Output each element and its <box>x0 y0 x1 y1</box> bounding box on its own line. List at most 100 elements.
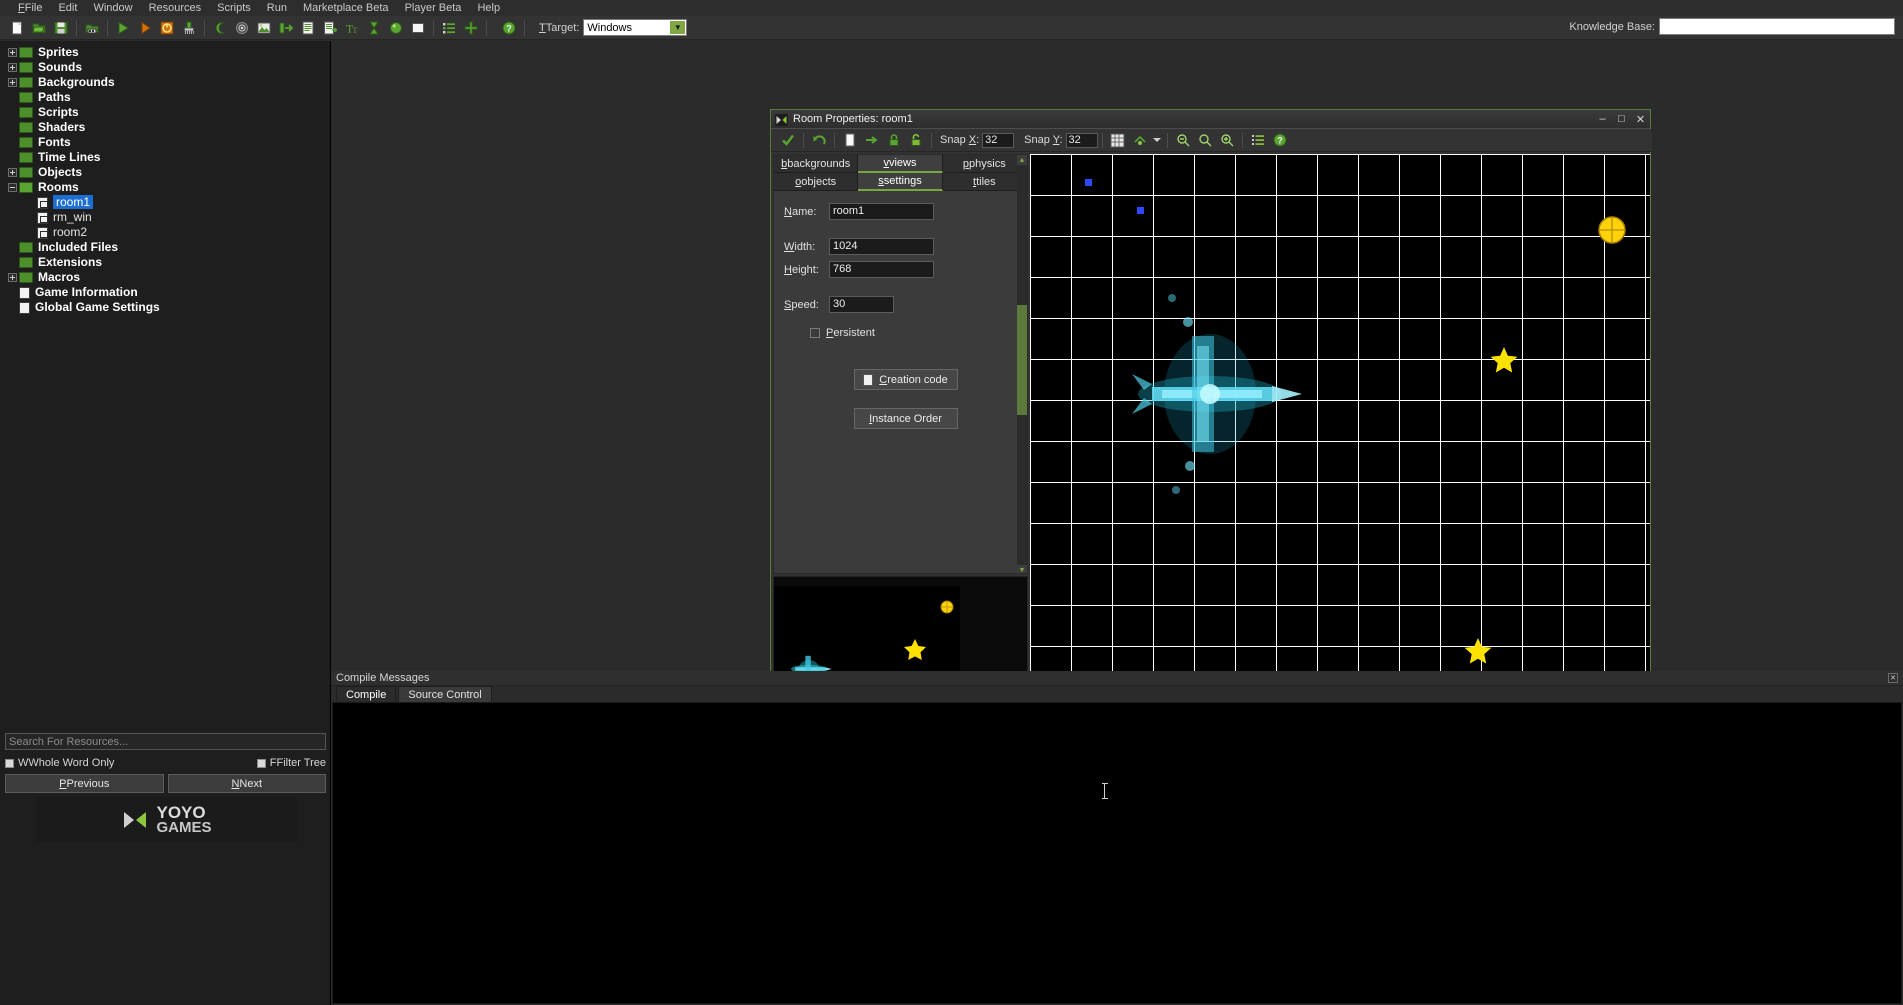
new-project-icon[interactable] <box>7 18 27 38</box>
tree-item-room2[interactable]: room2 <box>0 225 331 240</box>
whole-word-only-checkbox[interactable] <box>5 758 14 768</box>
grid-icon[interactable] <box>1108 130 1128 150</box>
expand-icon[interactable] <box>6 166 19 179</box>
chevron-down-icon[interactable] <box>1152 130 1162 150</box>
compile-output[interactable] <box>332 702 1902 1004</box>
object-list-icon[interactable] <box>1248 130 1268 150</box>
create-script-icon[interactable] <box>298 18 318 38</box>
create-path-icon[interactable] <box>276 18 296 38</box>
debug-icon[interactable] <box>135 18 155 38</box>
menu-player[interactable]: Player Beta <box>397 0 470 16</box>
room-canvas[interactable] <box>1030 154 1650 686</box>
tree-item-objects[interactable]: Objects <box>0 165 331 180</box>
create-background-icon[interactable] <box>254 18 274 38</box>
creation-code-button[interactable]: Creation code <box>853 369 958 390</box>
expand-icon[interactable] <box>6 271 19 284</box>
search-input[interactable]: Search For Resources... <box>5 733 326 750</box>
expand-icon[interactable] <box>6 46 19 59</box>
clear-icon[interactable] <box>840 130 860 150</box>
menu-help[interactable]: Help <box>469 0 508 16</box>
tab-tiles[interactable]: t tiles <box>942 173 1027 191</box>
run-icon[interactable] <box>113 18 133 38</box>
previous-button[interactable]: P Previous <box>5 774 164 793</box>
menu-edit[interactable]: Edit <box>50 0 85 16</box>
collapse-icon[interactable] <box>6 181 19 194</box>
room-name-input[interactable]: room1 <box>829 203 934 220</box>
room-height-input[interactable]: 768 <box>829 261 934 278</box>
filter-tree-checkbox[interactable] <box>256 758 266 768</box>
tree-item-global-game-settings[interactable]: Global Game Settings <box>0 300 331 315</box>
close-button[interactable]: ✕ <box>1631 112 1650 127</box>
maximize-button[interactable]: □ <box>1612 112 1631 127</box>
chevron-down-icon[interactable]: ▼ <box>670 21 686 34</box>
zoom-out-icon[interactable] <box>1173 130 1193 150</box>
menu-file[interactable]: FFile <box>10 0 50 16</box>
tree-item-backgrounds[interactable]: Backgrounds <box>0 75 331 90</box>
help-icon[interactable]: ? <box>1270 130 1290 150</box>
help-icon[interactable]: ? <box>499 18 519 38</box>
zoom-reset-icon[interactable] <box>1195 130 1215 150</box>
create-font-icon[interactable]: TT <box>342 18 362 38</box>
tree-item-paths[interactable]: Paths <box>0 90 331 105</box>
tab-compile[interactable]: Compile <box>336 686 397 702</box>
ok-check-icon[interactable] <box>778 130 798 150</box>
room-speed-input[interactable]: 30 <box>829 296 894 313</box>
properties-scrollbar[interactable]: ▲ ▼ <box>1017 155 1027 573</box>
expand-icon[interactable] <box>6 61 19 74</box>
create-object-icon[interactable] <box>386 18 406 38</box>
menu-run[interactable]: Run <box>259 0 295 16</box>
create-sound-icon[interactable] <box>232 18 252 38</box>
clean-icon[interactable] <box>179 18 199 38</box>
create-executable-icon[interactable] <box>82 18 102 38</box>
expand-icon[interactable] <box>6 76 19 89</box>
save-project-icon[interactable] <box>51 18 71 38</box>
tree-item-shaders[interactable]: Shaders <box>0 120 331 135</box>
undo-icon[interactable] <box>809 130 829 150</box>
tree-item-rooms[interactable]: Rooms <box>0 180 331 195</box>
tree-item-fonts[interactable]: Fonts <box>0 135 331 150</box>
tree-item-sprites[interactable]: Sprites <box>0 45 331 60</box>
tree-item-time-lines[interactable]: Time Lines <box>0 150 331 165</box>
tree-item-included-files[interactable]: Included Files <box>0 240 331 255</box>
menu-marketplace[interactable]: Marketplace Beta <box>295 0 397 16</box>
tree-item-scripts[interactable]: Scripts <box>0 105 331 120</box>
persistent-checkbox[interactable] <box>810 328 820 338</box>
create-room-icon[interactable] <box>408 18 428 38</box>
tree-item-room1[interactable]: room1 <box>0 195 331 210</box>
room-width-input[interactable]: 1024 <box>829 238 934 255</box>
shift-icon[interactable] <box>862 130 882 150</box>
minimize-button[interactable]: – <box>1593 112 1612 127</box>
resource-tree[interactable]: Sprites Sounds Backgrounds Paths Scripts Shad… <box>0 45 331 735</box>
open-project-icon[interactable] <box>29 18 49 38</box>
tab-source-control[interactable]: Source Control <box>398 686 492 702</box>
scroll-up-arrow[interactable]: ▲ <box>1017 155 1027 165</box>
snap-x-input[interactable]: 32 <box>982 132 1015 148</box>
global-game-settings-icon[interactable] <box>439 18 459 38</box>
target-platform-select[interactable]: Windows ▼ <box>583 19 688 36</box>
isometric-grid-icon[interactable] <box>1130 130 1150 150</box>
tab-settings[interactable]: s settings <box>858 173 943 191</box>
zoom-in-icon[interactable] <box>1217 130 1237 150</box>
tab-physics[interactable]: p physics <box>942 155 1027 173</box>
menu-window[interactable]: Window <box>85 0 140 16</box>
tree-item-macros[interactable]: Macros <box>0 270 331 285</box>
lock-icon[interactable] <box>884 130 904 150</box>
tree-item-game-information[interactable]: Game Information <box>0 285 331 300</box>
tab-backgrounds[interactable]: b backgrounds <box>774 155 859 173</box>
menu-scripts[interactable]: Scripts <box>209 0 259 16</box>
instance-order-button[interactable]: Instance Order <box>853 408 958 429</box>
create-timeline-icon[interactable] <box>364 18 384 38</box>
room-window-titlebar[interactable]: Room Properties: room1 – □ ✕ <box>771 110 1650 129</box>
scrollbar-thumb[interactable] <box>1017 305 1027 415</box>
tree-item-sounds[interactable]: Sounds <box>0 60 331 75</box>
create-shader-icon[interactable] <box>320 18 340 38</box>
snap-y-input[interactable]: 32 <box>1065 132 1098 148</box>
room-canvas-area[interactable]: x: 736 y: 256 Press C to highlight objec… <box>1030 154 1650 708</box>
knowledge-base-input[interactable] <box>1659 18 1895 35</box>
close-icon[interactable]: ✕ <box>1888 673 1898 683</box>
add-icon[interactable] <box>461 18 481 38</box>
next-button[interactable]: N Next <box>167 774 326 793</box>
scroll-down-arrow[interactable]: ▼ <box>1017 565 1027 573</box>
tab-views[interactable]: v views <box>858 155 943 173</box>
create-sprite-icon[interactable] <box>210 18 230 38</box>
